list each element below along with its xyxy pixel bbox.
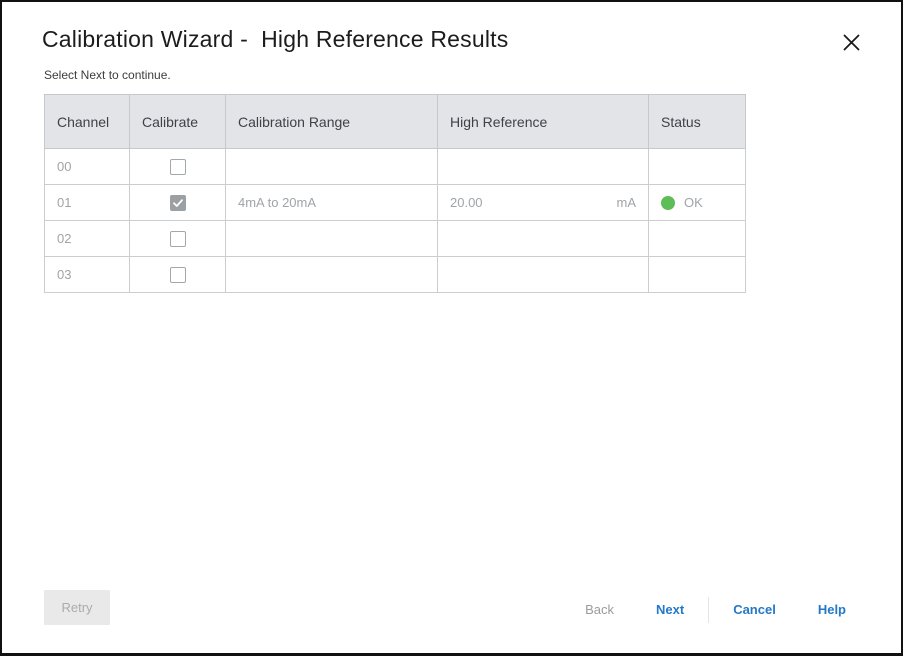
calibration-results-table: Channel Calibrate Calibration Range High… (44, 94, 746, 293)
table-header-row: Channel Calibrate Calibration Range High… (44, 94, 746, 149)
channel-cell: 03 (44, 256, 130, 293)
channel-cell: 00 (44, 148, 130, 185)
column-header-calibrate: Calibrate (129, 94, 226, 149)
footer-button-group: Back Next Cancel Help (585, 596, 846, 624)
next-button[interactable]: Next (656, 596, 684, 624)
high-reference-unit: mA (616, 195, 637, 210)
channel-cell: 01 (44, 184, 130, 221)
column-header-status: Status (648, 94, 746, 149)
column-header-high-reference: High Reference (437, 94, 649, 149)
table-row-channel-00: 00 (44, 148, 746, 185)
column-header-channel: Channel (44, 94, 130, 149)
calibrate-checkbox-00[interactable] (169, 158, 186, 175)
calibration-wizard-dialog: Calibration Wizard - High Reference Resu… (0, 0, 903, 656)
channel-cell: 02 (44, 220, 130, 257)
retry-button[interactable]: Retry (44, 590, 110, 625)
back-button[interactable]: Back (585, 596, 614, 624)
dialog-subtitle: Select Next to continue. (44, 68, 171, 82)
help-button[interactable]: Help (818, 596, 846, 624)
calibration-range-cell (225, 148, 438, 185)
calibration-range-cell: 4mA to 20mA (225, 184, 438, 221)
high-reference-value: 20.00 (450, 195, 483, 210)
table-row-channel-02: 02 (44, 220, 746, 257)
calibration-range-cell (225, 256, 438, 293)
table-row-channel-01: 01 4mA to 20mA 20.00 mA OK (44, 184, 746, 221)
close-button[interactable] (838, 29, 864, 55)
table-row-channel-03: 03 (44, 256, 746, 293)
calibrate-checkbox-02[interactable] (169, 230, 186, 247)
close-icon (843, 34, 860, 51)
calibrate-checkbox-01[interactable] (169, 194, 186, 211)
column-header-calibration-range: Calibration Range (225, 94, 438, 149)
status-label: OK (684, 195, 703, 210)
dialog-title: Calibration Wizard - High Reference Resu… (42, 26, 509, 52)
calibrate-checkbox-03[interactable] (169, 266, 186, 283)
calibration-range-cell (225, 220, 438, 257)
cancel-button[interactable]: Cancel (733, 596, 776, 624)
status-ok-dot (661, 195, 675, 210)
footer-divider (708, 597, 710, 623)
